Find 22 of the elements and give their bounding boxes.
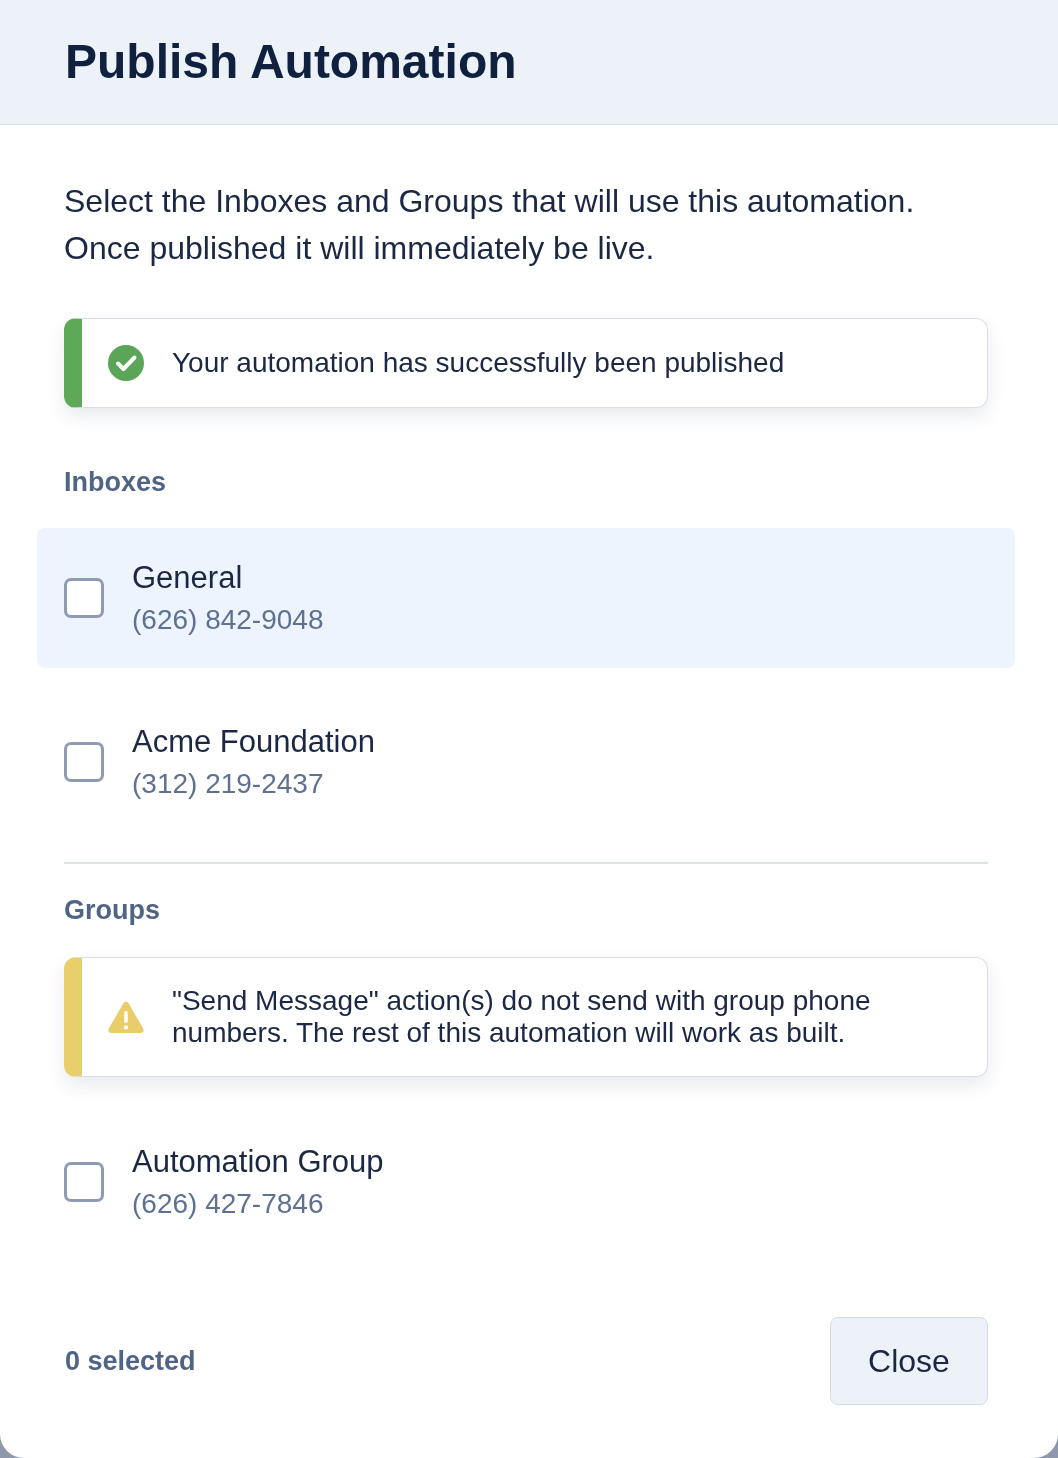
list-item[interactable]: Acme Foundation (312) 219-2437 xyxy=(37,692,1015,832)
checkbox[interactable] xyxy=(64,742,104,782)
check-circle-icon xyxy=(108,345,144,381)
section-heading: Groups xyxy=(64,895,161,925)
checkbox[interactable] xyxy=(64,1162,104,1202)
list-item[interactable]: General (626) 842-9048 xyxy=(37,528,1015,668)
phone-number: (626) 842-9048 xyxy=(132,604,324,636)
alert-text: "Send Message" action(s) do not send with group phone numbers. The rest of this automation will work as built. xyxy=(172,985,872,1049)
alert-text: Your automation has successfully been published xyxy=(172,347,785,379)
description-text: Select the Inboxes and Groups that will use this automation. Once published it will immediately be live. xyxy=(64,182,916,268)
warning-icon xyxy=(108,1001,144,1033)
phone-number: (626) 427-7846 xyxy=(132,1188,325,1220)
dialog-title: Publish Automation xyxy=(65,35,517,89)
item-name: General xyxy=(132,560,244,596)
close-button[interactable]: Close xyxy=(830,1317,988,1405)
checkbox[interactable] xyxy=(64,578,104,618)
item-name: Automation Group xyxy=(132,1144,384,1180)
list-item[interactable]: Automation Group (626) 427-7846 xyxy=(37,1112,1015,1252)
selected-count: 0 selected xyxy=(65,1344,196,1378)
item-name: Acme Foundation xyxy=(132,724,375,760)
phone-number: (312) 219-2437 xyxy=(132,768,325,800)
section-heading: Inboxes xyxy=(64,467,168,497)
